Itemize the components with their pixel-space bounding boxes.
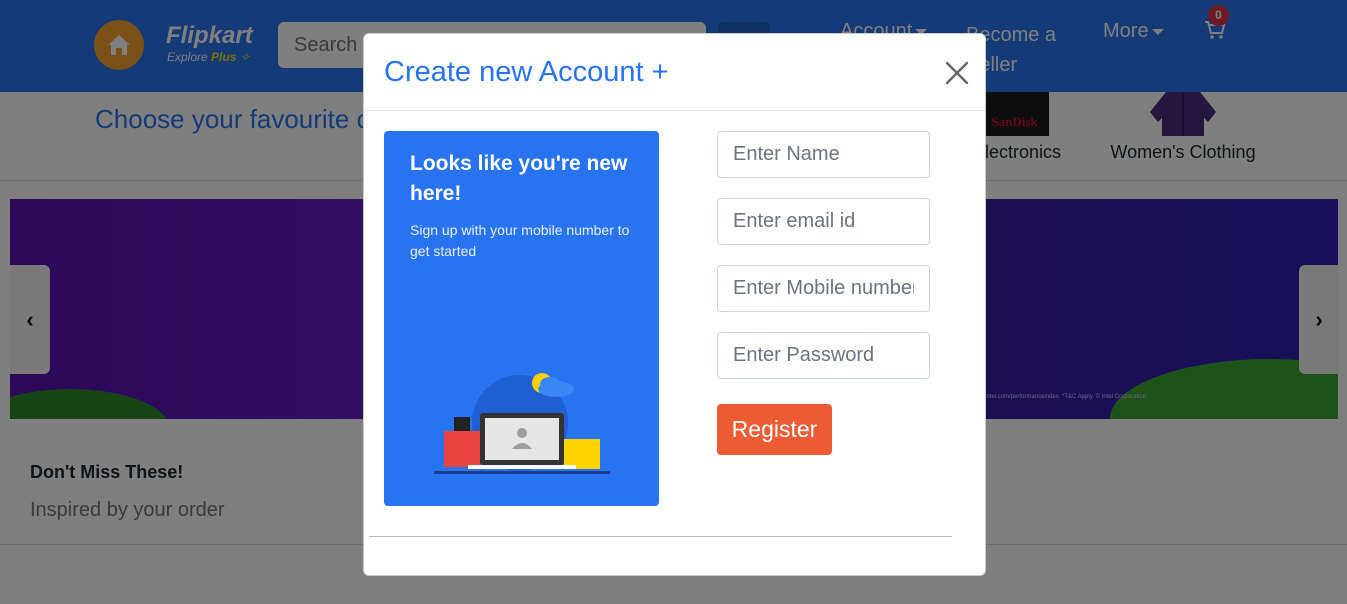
signup-modal: Create new Account + Looks like you're n…: [363, 33, 986, 576]
password-input[interactable]: [717, 332, 930, 379]
name-input[interactable]: [717, 131, 930, 178]
register-button[interactable]: Register: [717, 404, 832, 455]
close-icon[interactable]: [942, 58, 972, 88]
laptop-illustration-icon: [432, 371, 612, 486]
mobile-input[interactable]: [717, 265, 930, 312]
promo-subtitle: Sign up with your mobile number to get s…: [410, 222, 630, 259]
modal-title: Create new Account +: [384, 56, 669, 88]
promo-title: Looks like you're new here!: [410, 152, 628, 205]
modal-footer-divider: [369, 536, 952, 537]
signup-promo-panel: Looks like you're new here! Sign up with…: [384, 131, 659, 506]
modal-header: Create new Account +: [364, 34, 985, 111]
email-input[interactable]: [717, 198, 930, 245]
